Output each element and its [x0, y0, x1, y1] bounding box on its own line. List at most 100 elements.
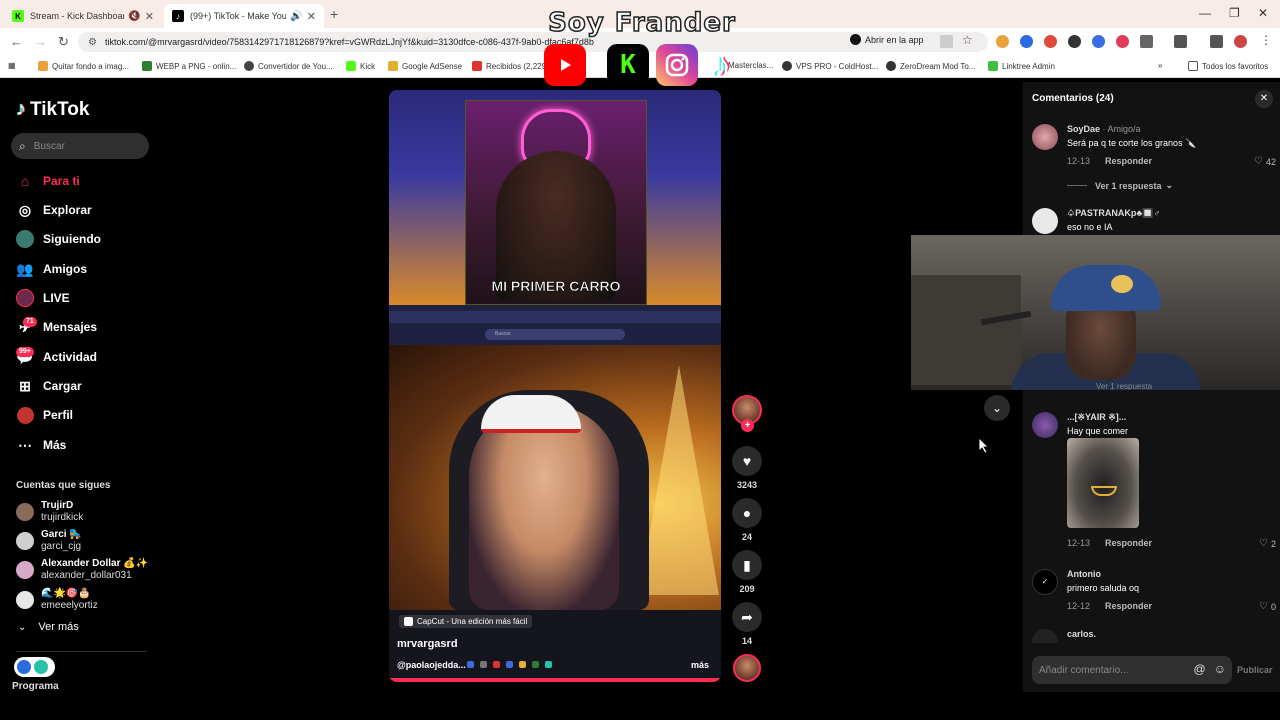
comment-user[interactable]: Antonio	[1067, 569, 1101, 579]
extension-icon[interactable]	[1092, 35, 1105, 48]
avatar[interactable]	[1032, 412, 1058, 438]
bookmark-item[interactable]: ZeroDream Mod To...	[886, 61, 975, 71]
all-bookmarks-folder[interactable]: Todos los favoritos	[1188, 61, 1268, 71]
following-account[interactable]: TrujirD trujirdkick	[16, 500, 83, 524]
extension-icon[interactable]	[996, 35, 1009, 48]
tab-title: Stream - Kick Dashboard	[30, 11, 125, 21]
see-more-button[interactable]: ⌄ Ver más	[18, 621, 79, 633]
comment-user[interactable]: ♤PASTRANAKp♣🔲♂	[1067, 208, 1160, 219]
comment-text: primero saluda oq	[1067, 583, 1140, 593]
back-icon[interactable]: ←	[10, 34, 23, 49]
avatar[interactable]	[1032, 208, 1058, 234]
share-button[interactable]: ➦ 14	[732, 602, 762, 646]
caption-more-link[interactable]: más	[691, 660, 709, 670]
save-button[interactable]: ▮ 209	[732, 550, 762, 594]
scroll-down-button[interactable]: ⌄	[984, 395, 1010, 421]
bookmark-star-icon[interactable]: ☆	[962, 33, 975, 47]
comment-input[interactable]: Añadir comentario... @ ☺	[1032, 656, 1232, 684]
bookmark-item[interactable]: Quitar fondo a imag...	[38, 61, 129, 71]
tiktok-logo[interactable]: ♪ TikTok	[16, 98, 89, 121]
nav-siguiendo[interactable]: Siguiendo	[16, 230, 101, 248]
following-account[interactable]: Alexander Dollar 💰✨ alexander_dollar031	[16, 558, 148, 582]
comment-user[interactable]: carlos.	[1067, 629, 1096, 639]
close-window-icon[interactable]: ✕	[1258, 6, 1268, 20]
capcut-tag[interactable]: CapCut - Una edición más fácil	[399, 615, 533, 628]
reaction-stream-frame: MI PRIMER CARRO	[465, 100, 647, 305]
publish-button[interactable]: Publicar	[1237, 665, 1273, 675]
tab-kick-dashboard[interactable]: K Stream - Kick Dashboard 🔇 ✕	[0, 4, 162, 28]
program-label[interactable]: Programa	[12, 681, 59, 692]
extensions-puzzle-icon[interactable]	[1140, 35, 1153, 48]
following-account[interactable]: Garci 🛼 garci_cjg	[16, 529, 82, 553]
avatar[interactable]	[1032, 629, 1058, 643]
minimize-icon[interactable]: —	[1199, 6, 1211, 20]
save-count: 209	[739, 584, 755, 594]
comment-like-button[interactable]: ♡ 0	[1259, 601, 1276, 612]
media-control-icon[interactable]	[1210, 35, 1223, 48]
tab-tiktok[interactable]: ♪ (99+) TikTok - Make Your Day 🔊 ✕	[164, 4, 324, 28]
extension-icon[interactable]	[1020, 35, 1033, 48]
nav-live[interactable]: LIVE	[16, 289, 70, 307]
bookmark-item[interactable]: WEBP a PNG - onlin...	[142, 61, 236, 71]
nav-mas[interactable]: ⋯ Más	[16, 436, 66, 454]
apps-grid-icon[interactable]: ▦	[8, 61, 16, 70]
muted-icon[interactable]: 🔇	[128, 11, 140, 22]
site-info-icon[interactable]: ⚙	[88, 37, 97, 48]
close-comments-button[interactable]: ✕	[1255, 90, 1273, 108]
video-progress-bar[interactable]	[389, 678, 721, 682]
extension-icon[interactable]	[1068, 35, 1081, 48]
nav-para-ti[interactable]: ⌂ Para ti	[16, 172, 80, 190]
bookmarks-overflow-icon[interactable]: »	[1158, 61, 1162, 70]
program-badge[interactable]	[14, 657, 55, 677]
bookmark-item[interactable]: Linktree Admin	[988, 61, 1055, 71]
nav-cargar[interactable]: ⊞ Cargar	[16, 377, 82, 395]
bookmark-item[interactable]: VPS PRO - ColdHost...	[782, 61, 878, 71]
comment-like-button[interactable]: ♡ 2	[1259, 538, 1276, 549]
reply-button[interactable]: Responder	[1105, 601, 1152, 611]
reply-button[interactable]: Responder	[1105, 538, 1152, 548]
open-in-app-button[interactable]: Abrir en la app	[850, 34, 924, 45]
avatar[interactable]	[1032, 124, 1058, 150]
nav-explorar[interactable]: ◎ Explorar	[16, 201, 92, 219]
like-button[interactable]: ♥ 3243	[732, 446, 762, 490]
bookmark-item[interactable]: Recibidos (2,229)	[472, 61, 549, 71]
messages-badge: 71	[23, 317, 37, 327]
bookmark-item[interactable]: Convertidor de You...	[244, 61, 333, 71]
comment-date: 12-13	[1067, 156, 1091, 166]
video-author[interactable]: mrvargasrd	[397, 638, 458, 650]
bookmark-item[interactable]: Google AdSense	[388, 61, 462, 71]
comment-like-button[interactable]: ♡ 42	[1254, 156, 1276, 167]
emoji-icon[interactable]: ☺	[1214, 662, 1226, 676]
heart-outline-icon: ♡	[1254, 156, 1263, 167]
sound-avatar[interactable]	[733, 654, 761, 682]
side-panel-icon[interactable]	[1174, 35, 1187, 48]
nav-perfil[interactable]: Perfil	[16, 406, 73, 424]
comments-title: Comentarios (24)	[1032, 93, 1114, 104]
restore-icon[interactable]: ❐	[1229, 6, 1240, 20]
comment-user[interactable]: ...[※YAIR ※]...	[1067, 412, 1126, 423]
profile-avatar-icon[interactable]	[1234, 35, 1247, 48]
translate-icon[interactable]	[940, 35, 953, 48]
video-player[interactable]: MI PRIMER CARRO Buscar CapCut - Una edic…	[389, 90, 721, 682]
video-caption[interactable]: @paolaojedda...	[397, 660, 466, 670]
reply-button[interactable]: Responder	[1105, 156, 1152, 166]
browser-menu-icon[interactable]: ⋮	[1260, 33, 1273, 47]
audio-icon[interactable]: 🔊	[290, 11, 302, 22]
avatar[interactable]: ✓	[1032, 569, 1058, 595]
following-account[interactable]: 🌊🌟🎯🎂 emeeelyortiz	[16, 588, 98, 612]
bookmark-item[interactable]: Kick	[346, 61, 375, 71]
comment-button[interactable]: ● 24	[732, 498, 762, 542]
view-replies-button[interactable]: Ver 1 respuesta ⌄	[1067, 180, 1173, 191]
forward-icon[interactable]: →	[34, 34, 47, 49]
nav-amigos[interactable]: 👥 Amigos	[16, 260, 87, 278]
extension-icon[interactable]	[1116, 35, 1129, 48]
new-tab-button[interactable]: +	[330, 6, 338, 22]
reload-icon[interactable]: ↻	[58, 34, 69, 50]
search-input[interactable]: ⌕ Buscar	[11, 133, 149, 159]
close-tab-icon[interactable]: ✕	[145, 10, 154, 23]
extension-icon[interactable]	[1044, 35, 1057, 48]
follow-plus-icon[interactable]: +	[741, 419, 754, 432]
comment-image[interactable]	[1067, 438, 1139, 528]
close-tab-icon[interactable]: ✕	[307, 10, 316, 23]
mention-icon[interactable]: @	[1194, 662, 1206, 676]
